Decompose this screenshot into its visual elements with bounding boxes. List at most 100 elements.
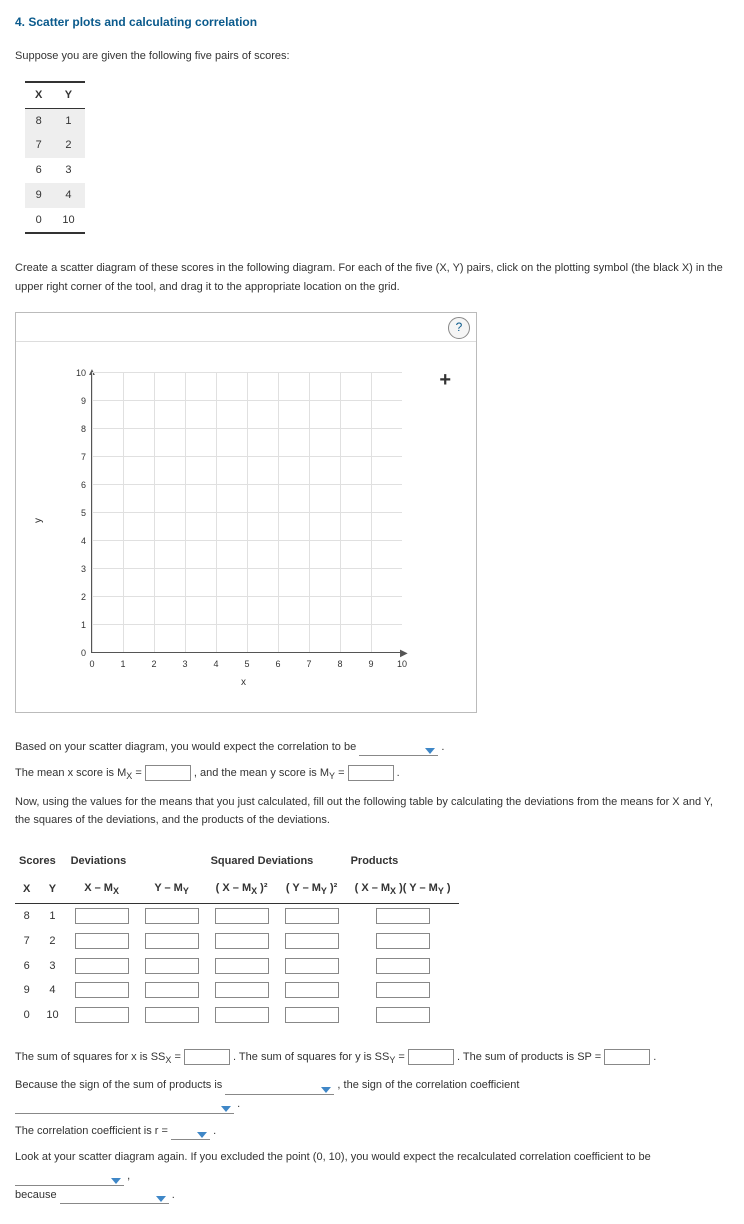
- table-row: 94: [15, 978, 459, 1003]
- input-dev-y[interactable]: [145, 908, 199, 924]
- input-dev-x[interactable]: [75, 933, 129, 949]
- chart-area[interactable]: + ▲ ▶ 10 9 8 7 6 5 4 3 2 1 0 0 1 2 3 4 5…: [16, 342, 476, 712]
- dropdown-sp-sign[interactable]: [225, 1081, 334, 1095]
- expect-corr-line: Based on your scatter diagram, you would…: [15, 738, 729, 757]
- input-sq-y[interactable]: [285, 933, 339, 949]
- input-mean-x[interactable]: [145, 765, 191, 781]
- input-sq-y[interactable]: [285, 982, 339, 998]
- hdr: Squared Deviations: [207, 848, 347, 875]
- ytick: 5: [71, 506, 86, 521]
- chevron-down-icon: [111, 1178, 121, 1184]
- ytick: 7: [71, 450, 86, 465]
- input-sq-x[interactable]: [215, 958, 269, 974]
- ytick: 10: [71, 366, 86, 381]
- input-dev-x[interactable]: [75, 958, 129, 974]
- xtick: 4: [206, 657, 226, 672]
- input-dev-y[interactable]: [145, 933, 199, 949]
- cell: 1: [52, 108, 84, 133]
- tool-header: ?: [16, 313, 476, 342]
- xtick: 6: [268, 657, 288, 672]
- table-row: 010: [15, 1003, 459, 1028]
- input-sq-x[interactable]: [215, 982, 269, 998]
- cell: 0: [25, 208, 52, 234]
- input-mean-y[interactable]: [348, 765, 394, 781]
- x-axis-label: x: [241, 674, 246, 691]
- text: The mean x score is M: [15, 767, 126, 779]
- input-sq-x[interactable]: [215, 1007, 269, 1023]
- input-ssy[interactable]: [408, 1049, 454, 1065]
- xtick: 2: [144, 657, 164, 672]
- text: Because the sign of the sum of products …: [15, 1079, 222, 1091]
- input-prod[interactable]: [376, 933, 430, 949]
- xtick: 3: [175, 657, 195, 672]
- input-sq-y[interactable]: [285, 908, 339, 924]
- input-ssx[interactable]: [184, 1049, 230, 1065]
- input-sq-x[interactable]: [215, 933, 269, 949]
- cell: 7: [15, 929, 38, 954]
- xtick: 1: [113, 657, 133, 672]
- text: .: [397, 767, 400, 779]
- input-prod[interactable]: [376, 908, 430, 924]
- hdr: Scores: [15, 848, 67, 875]
- hdr: Deviations: [67, 848, 207, 875]
- dropdown-r-value[interactable]: [171, 1126, 210, 1140]
- hdr: ( Y – MY )²: [277, 875, 347, 904]
- ytick: 9: [71, 394, 86, 409]
- grid[interactable]: [91, 372, 402, 653]
- ytick: 8: [71, 422, 86, 437]
- text: The sum of squares for x is SS: [15, 1051, 165, 1063]
- chevron-down-icon: [156, 1196, 166, 1202]
- hdr: X: [15, 875, 38, 904]
- hdr: Y – MY: [137, 875, 207, 904]
- text: .: [441, 741, 444, 753]
- text: . The sum of squares for y is SS: [233, 1051, 389, 1063]
- input-dev-x[interactable]: [75, 1007, 129, 1023]
- r-line: The correlation coefficient is r = .: [15, 1122, 729, 1141]
- input-dev-y[interactable]: [145, 982, 199, 998]
- col-y: Y: [52, 82, 84, 108]
- input-sq-y[interactable]: [285, 1007, 339, 1023]
- mean-line: The mean x score is MX = , and the mean …: [15, 764, 729, 784]
- ytick: 1: [71, 618, 86, 633]
- xtick: 7: [299, 657, 319, 672]
- input-dev-y[interactable]: [145, 958, 199, 974]
- dropdown-reason[interactable]: [60, 1190, 169, 1204]
- cell: 4: [52, 183, 84, 208]
- cell: 6: [15, 954, 38, 979]
- text: =: [171, 1051, 184, 1063]
- input-dev-y[interactable]: [145, 1007, 199, 1023]
- input-dev-x[interactable]: [75, 982, 129, 998]
- cell: 4: [38, 978, 66, 1003]
- input-dev-x[interactable]: [75, 908, 129, 924]
- cell: 2: [52, 133, 84, 158]
- table-row: 72: [15, 929, 459, 954]
- chevron-down-icon: [221, 1106, 231, 1112]
- input-prod[interactable]: [376, 1007, 430, 1023]
- input-prod[interactable]: [376, 958, 430, 974]
- input-sq-x[interactable]: [215, 908, 269, 924]
- help-icon[interactable]: ?: [448, 317, 470, 339]
- text: Based on your scatter diagram, you would…: [15, 741, 356, 753]
- text: , the sign of the correlation coefficien…: [337, 1079, 519, 1091]
- input-prod[interactable]: [376, 982, 430, 998]
- text: The correlation coefficient is r =: [15, 1125, 171, 1137]
- dropdown-coef-sign[interactable]: [15, 1100, 234, 1114]
- text: Look at your scatter diagram again. If y…: [15, 1151, 651, 1163]
- cell: 10: [52, 208, 84, 234]
- input-sp[interactable]: [604, 1049, 650, 1065]
- y-axis-label: y: [30, 518, 47, 523]
- xtick: 10: [392, 657, 412, 672]
- text: .: [213, 1125, 216, 1137]
- dropdown-correlation-sign[interactable]: [359, 742, 438, 756]
- text: .: [237, 1098, 240, 1110]
- cell: 9: [25, 183, 52, 208]
- xtick: 8: [330, 657, 350, 672]
- table-row: 81: [15, 904, 459, 929]
- input-sq-y[interactable]: [285, 958, 339, 974]
- table-row: 63: [15, 954, 459, 979]
- ytick: 6: [71, 478, 86, 493]
- text: ,: [127, 1170, 130, 1182]
- dropdown-recalc[interactable]: [15, 1172, 124, 1186]
- xtick: 0: [82, 657, 102, 672]
- plot-marker[interactable]: +: [439, 370, 451, 390]
